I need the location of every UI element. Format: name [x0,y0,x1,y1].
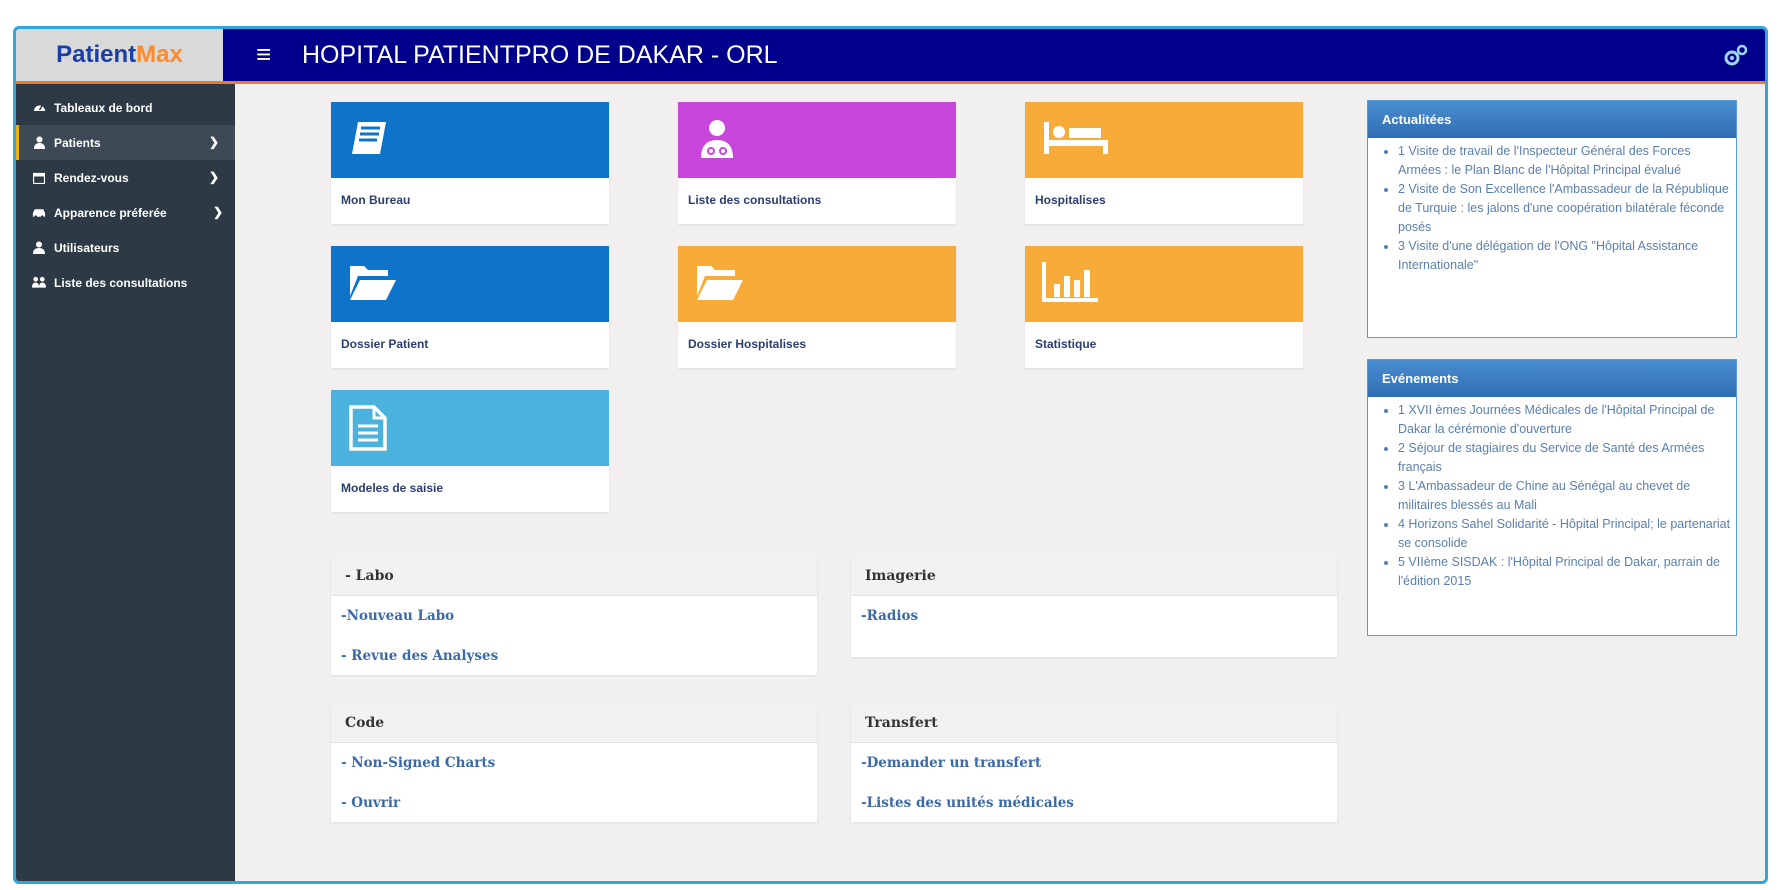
tile-dossier-patient[interactable]: Dossier Patient [331,246,609,368]
tile-band [1025,102,1303,178]
dashboard-icon [32,101,46,115]
brand-part1: Patient [56,41,137,68]
tile-modeles-de-saisie[interactable]: Modeles de saisie [331,390,609,512]
panel-transfert: Transfert -Demander un transfert -Listes… [851,704,1337,822]
car-icon [32,206,46,220]
tile-band [1025,246,1303,322]
users-icon [32,276,46,290]
sidebar-item-apparence[interactable]: Apparence préferée ❯ [16,195,235,230]
panel-imagerie: Imagerie -Radios [851,557,1337,657]
news-item[interactable]: 2 Visite de Son Excellence l'Ambassadeur… [1398,180,1736,237]
panel-code: Code - Non-Signed Charts - Ouvrir [331,704,817,822]
evenements-box: Evénements 1 XVII èmes Journées Médicale… [1367,359,1737,636]
link-demander-transfert[interactable]: -Demander un transfert [851,743,1337,783]
chevron-down-icon: ❯ [208,170,219,184]
tile-dossier-hospitalises[interactable]: Dossier Hospitalises [678,246,956,368]
news-item[interactable]: 3 Visite d'une délégation de l'ONG "Hôpi… [1398,237,1736,275]
tile-label: Statistique [1035,337,1097,351]
sidebar-item-patients[interactable]: Patients ❯ [16,125,235,160]
sidebar-item-label: Utilisateurs [54,240,120,255]
panel-title: Code [331,704,817,743]
user-patient-icon [32,136,46,150]
event-item[interactable]: 2 Séjour de stagiaires du Service de San… [1398,439,1736,477]
link-listes-unites-medicales[interactable]: -Listes des unités médicales [851,783,1337,823]
actualites-box: Actualitées 1 Visite de travail de l'Ins… [1367,100,1737,338]
brand-part2: Max [136,41,183,68]
tile-statistique[interactable]: Statistique [1025,246,1303,368]
book-icon [352,122,386,154]
sidebar-item-tableaux-de-bord[interactable]: Tableaux de bord [16,90,235,125]
tile-band [331,246,609,322]
sidebar-item-label: Liste des consultations [54,275,188,290]
sidebar-item-label: Tableaux de bord [54,100,153,115]
menu-toggle-icon[interactable]: ≡ [256,39,271,70]
event-item[interactable]: 4 Horizons Sahel Solidarité - Hôpital Pr… [1398,515,1736,553]
link-radios[interactable]: -Radios [851,596,1337,636]
sidebar-item-label: Rendez-vous [54,170,129,185]
tile-label: Dossier Hospitalises [688,337,807,351]
sidebar-item-label: Apparence préferée [54,205,167,220]
user-icon [32,241,46,255]
folder-open-icon [350,266,396,300]
link-revue-analyses[interactable]: - Revue des Analyses [331,636,817,676]
tile-label: Hospitalises [1035,193,1106,207]
brand-logo[interactable]: Patient Max [16,29,223,81]
folder-open-icon [697,266,743,300]
chevron-down-icon: ❯ [212,205,223,219]
evenements-list: 1 XVII èmes Journées Médicales de l'Hôpi… [1368,401,1736,591]
sidebar-item-rendez-vous[interactable]: Rendez-vous ❯ [16,160,235,195]
event-item[interactable]: 3 L'Ambassadeur de Chine au Sénégal au c… [1398,477,1736,515]
sidebar: Tableaux de bord Patients ❯ Rendez-vous … [16,84,235,881]
top-bar: Patient Max ≡ HOPITAL PATIENTPRO DE DAKAR… [16,29,1765,84]
calendar-icon [32,171,46,185]
page-title: HOPITAL PATIENTPRO DE DAKAR - ORL [302,41,778,69]
tile-liste-consultations[interactable]: Liste des consultations [678,102,956,224]
sidebar-item-liste-consultations[interactable]: Liste des consultations [16,265,235,300]
tile-label: Modeles de saisie [341,481,444,495]
sidebar-item-utilisateurs[interactable]: Utilisateurs [16,230,235,265]
panel-title: Transfert [851,704,1337,743]
tile-label: Dossier Patient [341,337,429,351]
panel-title: - Labo [331,557,817,596]
tile-mon-bureau[interactable]: Mon Bureau [331,102,609,224]
panel-title: Imagerie [851,557,1337,596]
event-item[interactable]: 1 XVII èmes Journées Médicales de l'Hôpi… [1398,401,1736,439]
link-nouveau-labo[interactable]: -Nouveau Labo [331,596,817,636]
sidebar-item-label: Patients [54,135,101,150]
link-non-signed-charts[interactable]: - Non-Signed Charts [331,743,817,783]
tile-label: Liste des consultations [688,193,822,207]
news-item[interactable]: 1 Visite de travail de l'Inspecteur Géné… [1398,142,1736,180]
chevron-down-icon: ❯ [208,135,219,149]
actualites-title: Actualitées [1368,101,1736,138]
app-frame: Patient Max ≡ HOPITAL PATIENTPRO DE DAKAR… [13,26,1768,884]
link-ouvrir[interactable]: - Ouvrir [331,783,817,823]
tile-band [678,102,956,178]
bar-chart-icon [1042,262,1098,302]
tile-hospitalises[interactable]: Hospitalises [1025,102,1303,224]
actualites-list: 1 Visite de travail de l'Inspecteur Géné… [1368,142,1736,275]
evenements-title: Evénements [1368,360,1736,397]
tile-label: Mon Bureau [341,193,411,207]
tile-band [678,246,956,322]
tile-band [331,390,609,466]
panel-labo: - Labo -Nouveau Labo - Revue des Analyse… [331,557,817,675]
bed-icon [1044,122,1108,154]
event-item[interactable]: 5 VIIème SISDAK : l'Hôpital Principal de… [1398,553,1736,591]
doctor-icon [701,120,733,158]
tile-band [331,102,609,178]
document-icon [349,405,387,451]
settings-gears-icon[interactable] [1723,43,1749,69]
